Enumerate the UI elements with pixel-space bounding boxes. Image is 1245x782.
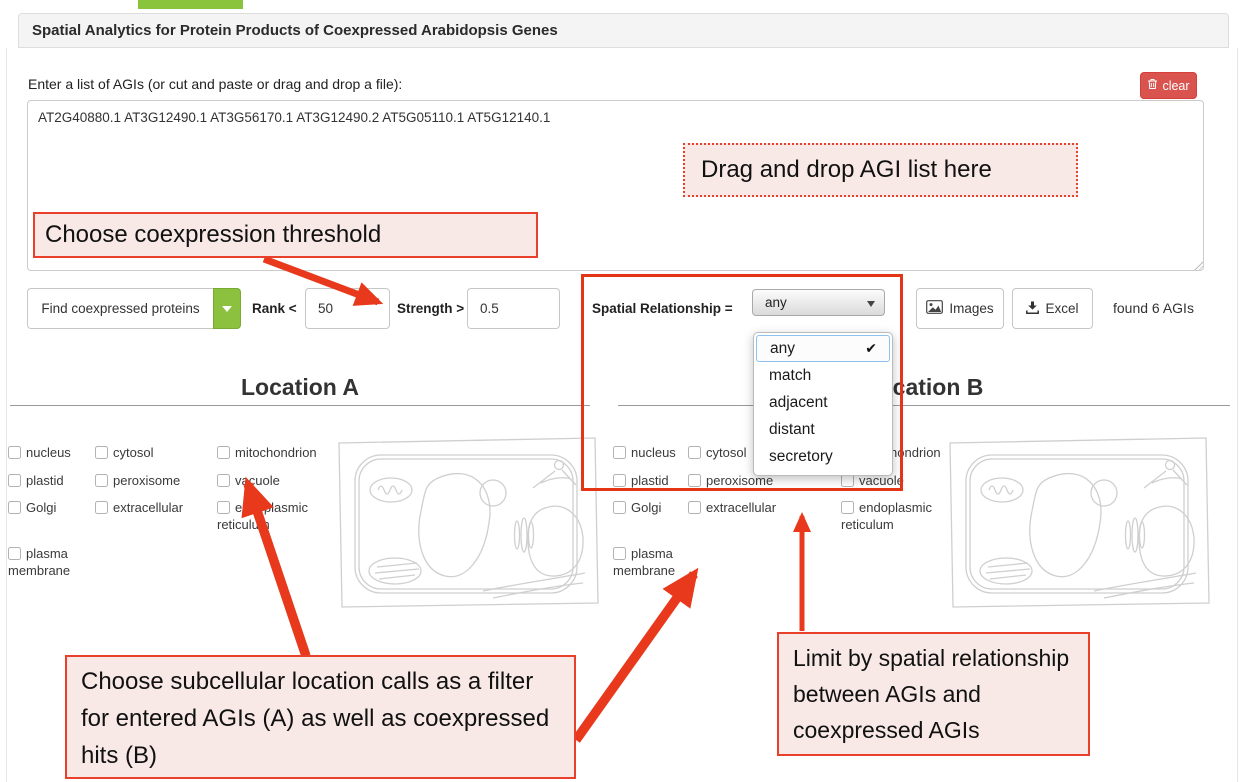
checkbox[interactable] (95, 446, 108, 459)
checkbox-b-plasma-membrane[interactable]: plasma membrane (613, 545, 685, 579)
checkbox-a-plasma-membrane[interactable]: plasma membrane (8, 545, 80, 579)
checkbox-b-extracellular[interactable]: extracellular (688, 499, 788, 516)
app-screenshot: Spatial Analytics for Protein Products o… (0, 0, 1245, 782)
annotation-threshold: Choose coexpression threshold (33, 212, 538, 258)
container-left-border (6, 48, 7, 782)
checkbox[interactable] (217, 474, 230, 487)
find-options-caret-button[interactable] (213, 288, 241, 329)
browser-tab-fragment (138, 0, 243, 9)
excel-button[interactable]: Excel (1012, 288, 1093, 329)
trash-icon (1147, 78, 1158, 93)
image-icon (926, 300, 943, 317)
checkbox[interactable] (95, 501, 108, 514)
checkbox-a-endoplasmic-reticulum[interactable]: endoplasmic reticulum (217, 499, 317, 533)
checkbox-a-golgi[interactable]: Golgi (8, 499, 88, 516)
checkbox[interactable] (613, 547, 626, 560)
plant-cell-diagram-b (943, 433, 1213, 611)
checkbox[interactable] (613, 501, 626, 514)
clear-button[interactable]: clear (1140, 72, 1197, 99)
checkbox[interactable] (8, 501, 21, 514)
checkbox[interactable] (8, 474, 21, 487)
rank-label: Rank < (252, 301, 297, 316)
checkbox[interactable] (688, 501, 701, 514)
plant-cell-diagram-a (333, 433, 601, 611)
checkbox[interactable] (841, 501, 854, 514)
find-coexpressed-button[interactable]: Find coexpressed proteins (27, 288, 214, 329)
clear-button-label: clear (1162, 79, 1189, 93)
images-button-label: Images (949, 301, 993, 316)
checkbox-a-peroxisome[interactable]: peroxisome (95, 472, 195, 489)
found-agis-status: found 6 AGIs (1113, 300, 1194, 316)
annotation-limit: Limit by spatial relationship between AG… (777, 632, 1090, 756)
checkbox-a-vacuole[interactable]: vacuole (217, 472, 327, 489)
checkbox[interactable] (217, 501, 230, 514)
checkbox[interactable] (8, 446, 21, 459)
download-icon (1026, 301, 1039, 317)
excel-button-label: Excel (1045, 301, 1078, 316)
checkbox-a-mitochondrion[interactable]: mitochondrion (217, 444, 327, 461)
find-coexpressed-label: Find coexpressed proteins (41, 301, 199, 316)
annotation-subcellular: Choose subcellular location calls as a f… (65, 655, 576, 779)
annotation-spatial-highlight-rect (581, 274, 903, 491)
checkbox-a-extracellular[interactable]: extracellular (95, 499, 195, 516)
location-a-divider (10, 405, 590, 406)
agi-input-label: Enter a list of AGIs (or cut and paste o… (28, 76, 402, 92)
checkbox[interactable] (217, 446, 230, 459)
checkbox[interactable] (8, 547, 21, 560)
strength-input[interactable] (467, 288, 560, 329)
annotation-drag-drop: Drag and drop AGI list here (683, 143, 1078, 197)
checkbox-b-golgi[interactable]: Golgi (613, 499, 693, 516)
checkbox[interactable] (95, 474, 108, 487)
checkbox-b-endoplasmic-reticulum[interactable]: endoplasmic reticulum (841, 499, 941, 533)
page-title: Spatial Analytics for Protein Products o… (32, 22, 558, 39)
images-button[interactable]: Images (916, 288, 1004, 329)
rank-input[interactable] (305, 288, 390, 329)
checkbox-a-plastid[interactable]: plastid (8, 472, 88, 489)
checkbox-a-nucleus[interactable]: nucleus (8, 444, 88, 461)
caret-down-icon (222, 306, 232, 312)
location-a-title: Location A (8, 374, 592, 401)
container-right-border (1237, 48, 1238, 782)
panel-header: Spatial Analytics for Protein Products o… (18, 13, 1229, 48)
strength-label: Strength > (397, 301, 464, 316)
checkbox-a-cytosol[interactable]: cytosol (95, 444, 195, 461)
